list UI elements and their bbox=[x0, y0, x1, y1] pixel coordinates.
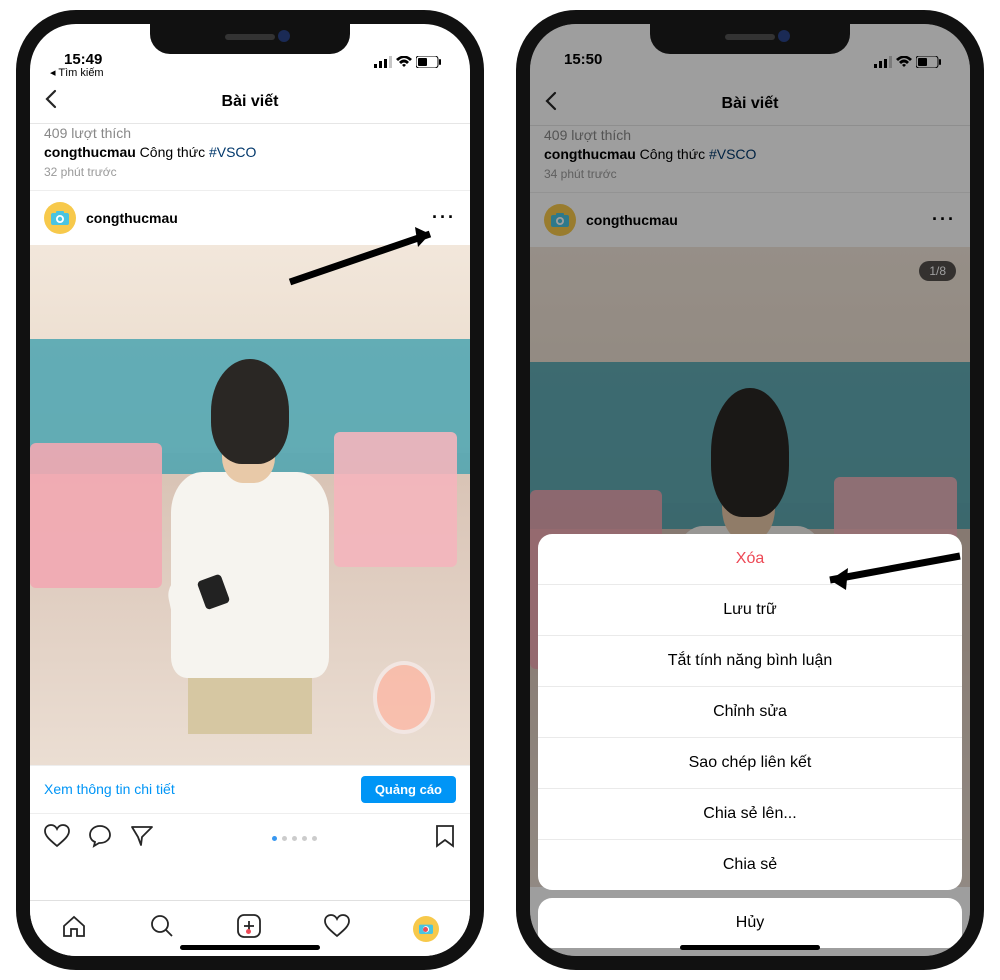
bookmark-icon[interactable] bbox=[434, 824, 456, 853]
nav-search-icon[interactable] bbox=[150, 914, 174, 943]
prev-time: 32 phút trước bbox=[44, 164, 456, 180]
carousel-dots bbox=[172, 836, 416, 841]
annotation-arrow bbox=[280, 222, 460, 292]
share-icon[interactable] bbox=[130, 825, 154, 852]
back-icon[interactable] bbox=[44, 89, 58, 115]
sheet-share[interactable]: Chia sẻ bbox=[538, 840, 962, 890]
prev-caption-text: Công thức bbox=[140, 144, 205, 160]
sheet-edit[interactable]: Chỉnh sửa bbox=[538, 687, 962, 738]
sheet-cancel[interactable]: Hủy bbox=[538, 898, 962, 948]
nav-profile-icon[interactable] bbox=[413, 916, 439, 942]
header-title: Bài viết bbox=[222, 93, 279, 111]
nav-activity-icon[interactable] bbox=[324, 914, 350, 943]
notch bbox=[150, 24, 350, 54]
comment-icon[interactable] bbox=[88, 824, 112, 853]
promotion-row: Xem thông tin chi tiết Quảng cáo bbox=[30, 765, 470, 814]
phone-right: 15:50 Bài viết 409 lượt thích congthucma… bbox=[516, 10, 984, 970]
sheet-comments-off[interactable]: Tắt tính năng bình luận bbox=[538, 636, 962, 687]
back-to-app[interactable]: ◂ Tìm kiếm bbox=[30, 66, 470, 80]
action-row bbox=[30, 814, 470, 859]
notch bbox=[650, 24, 850, 54]
nav-home-icon[interactable] bbox=[61, 914, 87, 943]
prev-caption: congthucmau Công thức #VSCO bbox=[44, 143, 456, 162]
avatar[interactable] bbox=[44, 202, 76, 234]
sheet-copy-link[interactable]: Sao chép liên kết bbox=[538, 738, 962, 789]
view-insights-link[interactable]: Xem thông tin chi tiết bbox=[44, 781, 175, 797]
home-indicator[interactable] bbox=[680, 945, 820, 950]
like-icon[interactable] bbox=[44, 824, 70, 853]
post-username[interactable]: congthucmau bbox=[86, 210, 178, 226]
phone-frame: 15:50 Bài viết 409 lượt thích congthucma… bbox=[516, 10, 984, 970]
promote-button[interactable]: Quảng cáo bbox=[361, 776, 456, 803]
phone-screen-right: 15:50 Bài viết 409 lượt thích congthucma… bbox=[530, 24, 970, 956]
wifi-icon bbox=[396, 56, 412, 68]
nav-add-icon[interactable] bbox=[236, 913, 262, 944]
nav-header: Bài viết bbox=[30, 80, 470, 124]
camera-icon bbox=[51, 211, 69, 225]
sheet-share-to[interactable]: Chia sẻ lên... bbox=[538, 789, 962, 840]
prev-hashtag[interactable]: #VSCO bbox=[209, 144, 256, 160]
status-right bbox=[374, 56, 442, 68]
phone-screen-left: 15:49 ◂ Tìm kiếm Bài viết 409 lượt thích bbox=[30, 24, 470, 956]
post-image[interactable] bbox=[30, 245, 470, 765]
battery-icon bbox=[416, 56, 442, 68]
phone-left: 15:49 ◂ Tìm kiếm Bài viết 409 lượt thích bbox=[16, 10, 484, 970]
prev-likes: 409 lượt thích bbox=[44, 124, 456, 143]
signal-icon bbox=[374, 56, 392, 68]
prev-username[interactable]: congthucmau bbox=[44, 144, 136, 160]
annotation-arrow bbox=[810, 546, 970, 606]
phone-frame: 15:49 ◂ Tìm kiếm Bài viết 409 lượt thích bbox=[16, 10, 484, 970]
home-indicator[interactable] bbox=[180, 945, 320, 950]
previous-post-snippet: 409 lượt thích congthucmau Công thức #VS… bbox=[30, 124, 470, 191]
